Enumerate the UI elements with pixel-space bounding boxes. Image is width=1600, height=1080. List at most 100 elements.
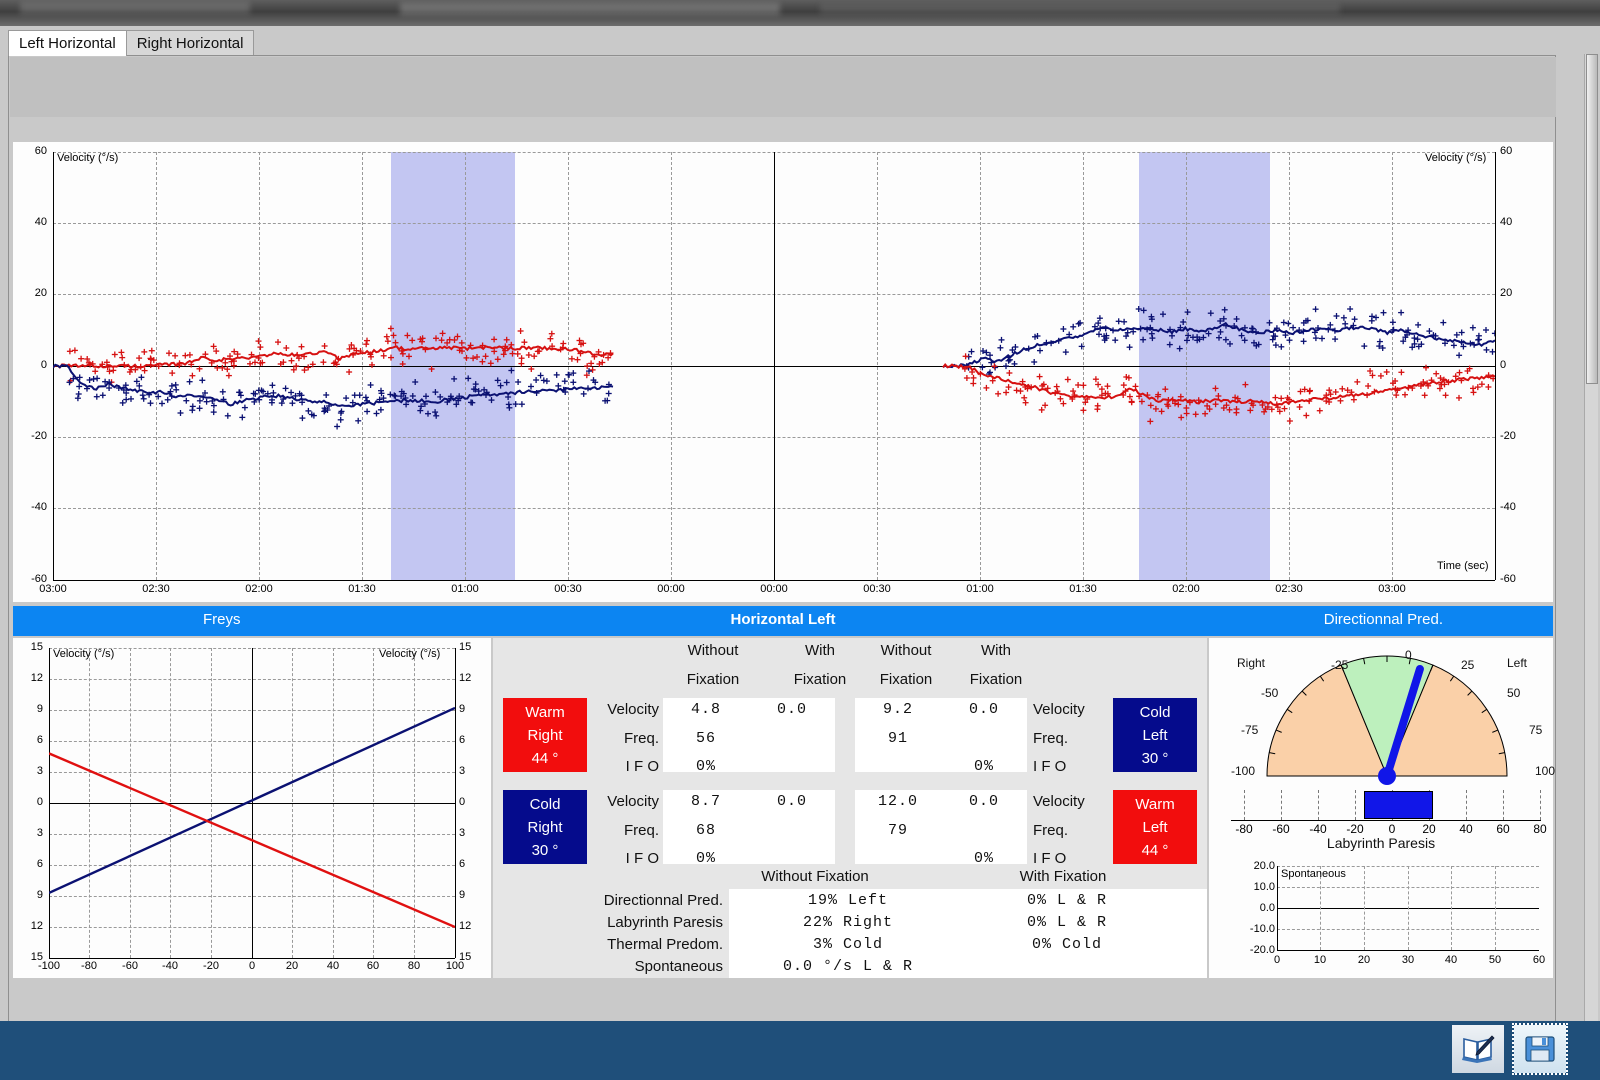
badge-cold-right-line3: 30 ° [532, 839, 559, 862]
rowlabel-velocity-wl: Velocity [1033, 793, 1085, 810]
freys-yt-r-0: 15 [459, 641, 489, 653]
rowlabel-velocity-wr: Velocity [593, 701, 659, 718]
badge-warm-left-line1: Warm [1135, 793, 1174, 816]
xtick-l-3: 01:30 [337, 583, 387, 595]
scrollbar-thumb[interactable] [1586, 54, 1598, 384]
value-cold-right-velocity-without: 8.7 [663, 793, 749, 810]
gauge-tick-75: 75 [1529, 723, 1542, 737]
ytick-right-0: 0 [1500, 359, 1534, 371]
xtick-l-0: 03:00 [28, 583, 78, 595]
tab-right-horizontal[interactable]: Right Horizontal [126, 30, 255, 56]
save-button[interactable] [1514, 1025, 1566, 1073]
rowlabel-freq-wr: Freq. [593, 730, 659, 747]
rowlabel-ifo-wl: I F O [1033, 850, 1066, 867]
sp-yt-0: 0.0 [1233, 902, 1275, 914]
rowlabel-freq-cr: Freq. [593, 822, 659, 839]
lp-tick-20: 20 [1414, 822, 1444, 836]
badge-cold-left-line3: 30 ° [1142, 747, 1169, 770]
value-warm-right-freq-without: 56 [663, 730, 749, 747]
sp-grid-x40 [1451, 866, 1452, 950]
badge-warm-left-line3: 44 ° [1142, 839, 1169, 862]
rowlabel-ifo-cr: I F O [593, 850, 659, 867]
summary-value-paresis-without: 22% Right [733, 914, 963, 931]
summary-value-paresis-with: 0% L & R [977, 914, 1157, 931]
ytick-left-m40: -40 [15, 501, 47, 513]
badge-cold-left-line2: Left [1142, 724, 1167, 747]
freys-xt-10: 100 [435, 960, 475, 972]
xtick-r-5: 02:30 [1264, 583, 1314, 595]
badge-warm-right: Warm Right 44 ° [503, 698, 587, 772]
freys-yt-l-0: 15 [13, 641, 43, 653]
header-with-fixation-2b: Fixation [941, 671, 1051, 688]
spontaneous-chart: Spontaneous 20.0 10.0 0.0 -10.0 -20.0 0 … [1233, 860, 1545, 972]
sp-grid-x20 [1364, 866, 1365, 950]
gauge-tick-m50: -50 [1261, 686, 1278, 700]
lp-grid-m60 [1281, 790, 1282, 820]
summary-value-dirpred-without: 19% Left [733, 892, 963, 909]
value-warm-left-velocity-without: 12.0 [855, 793, 941, 810]
freys-xt-5: 0 [232, 960, 272, 972]
banner-label-dirpred: Directionnal Pred. [1324, 611, 1443, 628]
freys-xt-3: -40 [150, 960, 190, 972]
rowlabel-velocity-cr: Velocity [593, 793, 659, 810]
freys-grid-15b [49, 958, 455, 959]
toolbar-strip [10, 57, 1556, 117]
value-warm-right-velocity-without: 4.8 [663, 701, 749, 718]
ytick-right-40: 40 [1500, 216, 1534, 228]
ytick-left-20: 20 [15, 287, 47, 299]
sp-xt-20: 20 [1351, 954, 1377, 966]
content-panel: 60 40 20 0 -20 -40 -60 60 40 20 0 -20 -4… [8, 55, 1556, 1046]
gauge-tick-0: 0 [1405, 648, 1412, 662]
ytick-right-60: 60 [1500, 145, 1534, 157]
summary-value-thermal-without: 3% Cold [733, 936, 963, 953]
value-cold-right-ifo-without: 0% [663, 850, 749, 867]
edit-button[interactable] [1452, 1025, 1504, 1073]
freys-xt-8: 60 [353, 960, 393, 972]
labyrinth-paresis-scale: -80 -60 -40 -20 0 20 40 60 80 [1231, 790, 1541, 832]
gauge-tick-m100: -100 [1231, 764, 1255, 778]
lp-grid-m80 [1244, 790, 1245, 820]
sp-xt-0: 0 [1264, 954, 1290, 966]
summary-value-dirpred-with: 0% L & R [977, 892, 1157, 909]
vertical-scrollbar[interactable] [1584, 54, 1598, 1044]
freys-yt-r-1: 12 [459, 672, 489, 684]
sp-y-axis [1277, 866, 1278, 950]
freys-yt-l-4: 3 [13, 765, 43, 777]
y-axis-right [1495, 152, 1496, 580]
tab-bar: Left HorizontalRight Horizontal [8, 30, 254, 56]
sp-yt-m10: -10.0 [1233, 923, 1275, 935]
lp-tick-m60: -60 [1266, 822, 1296, 836]
main-chart-traces [53, 152, 1495, 580]
sp-grid-x30 [1408, 866, 1409, 950]
xtick-l-1: 02:30 [131, 583, 181, 595]
lp-tick-60: 60 [1488, 822, 1518, 836]
xtick-l-6: 00:00 [646, 583, 696, 595]
titlebar-blur-mid [400, 3, 780, 15]
rowlabel-ifo-cl: I F O [1033, 758, 1066, 775]
sp-xt-50: 50 [1482, 954, 1508, 966]
directional-pred-panel: Right Left -100 -75 -50 -25 0 25 50 75 1… [1209, 638, 1553, 978]
summary-label-paresis: Labyrinth Paresis [553, 914, 723, 931]
bottom-toolbar [0, 1021, 1600, 1080]
freys-yt-l-8: 9 [13, 889, 43, 901]
titlebar-blur-right [820, 4, 1340, 14]
tab-left-horizontal[interactable]: Left Horizontal [8, 30, 127, 56]
freys-chart: 15 12 9 6 3 0 3 6 9 12 15 15 12 9 6 3 0 [13, 638, 491, 978]
value-warm-left-freq-without: 79 [855, 822, 941, 839]
badge-cold-right-line2: Right [527, 816, 562, 839]
value-warm-left-ifo-with: 0% [941, 850, 1027, 867]
freys-yt-l-2: 9 [13, 703, 43, 715]
window-body: Left HorizontalRight Horizontal [0, 26, 1600, 1080]
freys-yt-l-3: 6 [13, 734, 43, 746]
main-velocity-chart: 60 40 20 0 -20 -40 -60 60 40 20 0 -20 -4… [13, 142, 1553, 602]
freys-xt-1: -80 [69, 960, 109, 972]
freys-yt-r-4: 3 [459, 765, 489, 777]
freys-xt-6: 20 [272, 960, 312, 972]
summary-header-without: Without Fixation [725, 868, 905, 885]
lower-section: 15 12 9 6 3 0 3 6 9 12 15 15 12 9 6 3 0 [13, 638, 1553, 978]
badge-cold-left: Cold Left 30 ° [1113, 698, 1197, 772]
ytick-right-20: 20 [1500, 287, 1534, 299]
sp-x-axis [1277, 950, 1539, 951]
xtick-l-2: 02:00 [234, 583, 284, 595]
gauge-label-right: Right [1237, 656, 1265, 670]
